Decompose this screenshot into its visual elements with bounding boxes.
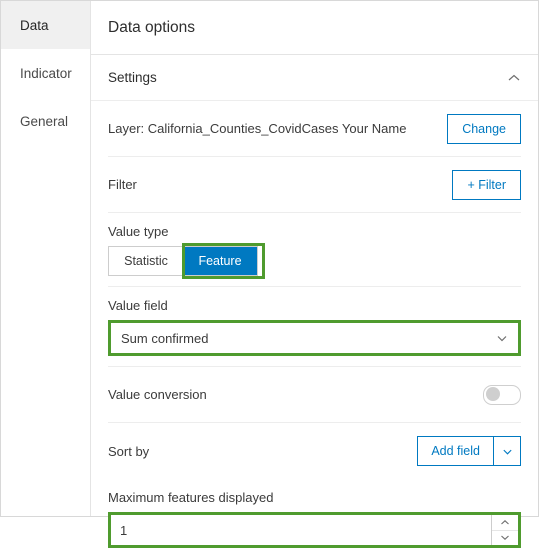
sidebar-item-indicator[interactable]: Indicator [1,49,90,97]
value-field-select[interactable]: Sum confirmed [108,320,521,356]
add-field-button[interactable]: Add field [417,436,521,466]
sidebar-item-label: General [20,113,69,129]
sidebar-item-data[interactable]: Data [1,1,90,49]
filter-label: Filter [108,177,137,192]
layer-row: Layer: California_Counties_CovidCases Yo… [108,101,521,157]
sidebar-item-label: Data [20,17,49,33]
page-title: Data options [91,1,538,55]
value-type-block: Value type Statistic Feature [108,213,521,287]
settings-section-header[interactable]: Settings [91,55,538,101]
chevron-down-icon[interactable] [496,332,508,344]
main-panel: Data options Settings Layer: California_… [91,1,538,548]
max-features-label: Maximum features displayed [108,490,274,505]
max-features-input[interactable] [111,515,491,545]
change-layer-button[interactable]: Change [447,113,521,144]
sort-by-label: Sort by [108,443,150,459]
sort-by-row: Sort by Add field [108,423,521,479]
caret-down-icon[interactable] [492,530,518,545]
chevron-down-icon[interactable] [494,437,520,465]
value-type-label: Value type [108,224,169,239]
max-features-block: Maximum features displayed [108,479,521,558]
toggle-knob [486,386,500,401]
sidebar-item-general[interactable]: General [1,97,90,145]
sidebar-item-label: Indicator [20,65,72,81]
data-options-panel: Data Indicator General Data options Sett… [0,0,539,548]
value-type-option-feature[interactable]: Feature [183,247,257,275]
value-field-block: Value field Sum confirmed [108,287,521,367]
add-field-label: Add field [431,444,480,458]
add-filter-button[interactable]: + Filter [452,169,521,200]
value-field-label: Value field [108,298,168,313]
settings-content: Layer: California_Counties_CovidCases Yo… [91,101,538,558]
sidebar: Data Indicator General [1,1,91,516]
max-features-stepper[interactable] [108,512,521,548]
value-type-option-statistic[interactable]: Statistic [109,247,183,275]
stepper-buttons [491,515,518,545]
value-conversion-row: Value conversion [108,367,521,423]
layer-label: Layer: California_Counties_CovidCases Yo… [108,121,407,136]
value-conversion-toggle[interactable] [483,384,521,405]
value-conversion-label: Value conversion [108,387,207,402]
caret-up-icon[interactable] [492,515,518,531]
chevron-up-icon[interactable] [507,71,521,85]
page-title-label: Data options [108,18,196,36]
section-title: Settings [108,70,157,85]
value-type-segmented-control: Statistic Feature [108,243,265,279]
value-field-selected-value: Sum confirmed [121,330,209,346]
filter-row: Filter + Filter [108,157,521,213]
